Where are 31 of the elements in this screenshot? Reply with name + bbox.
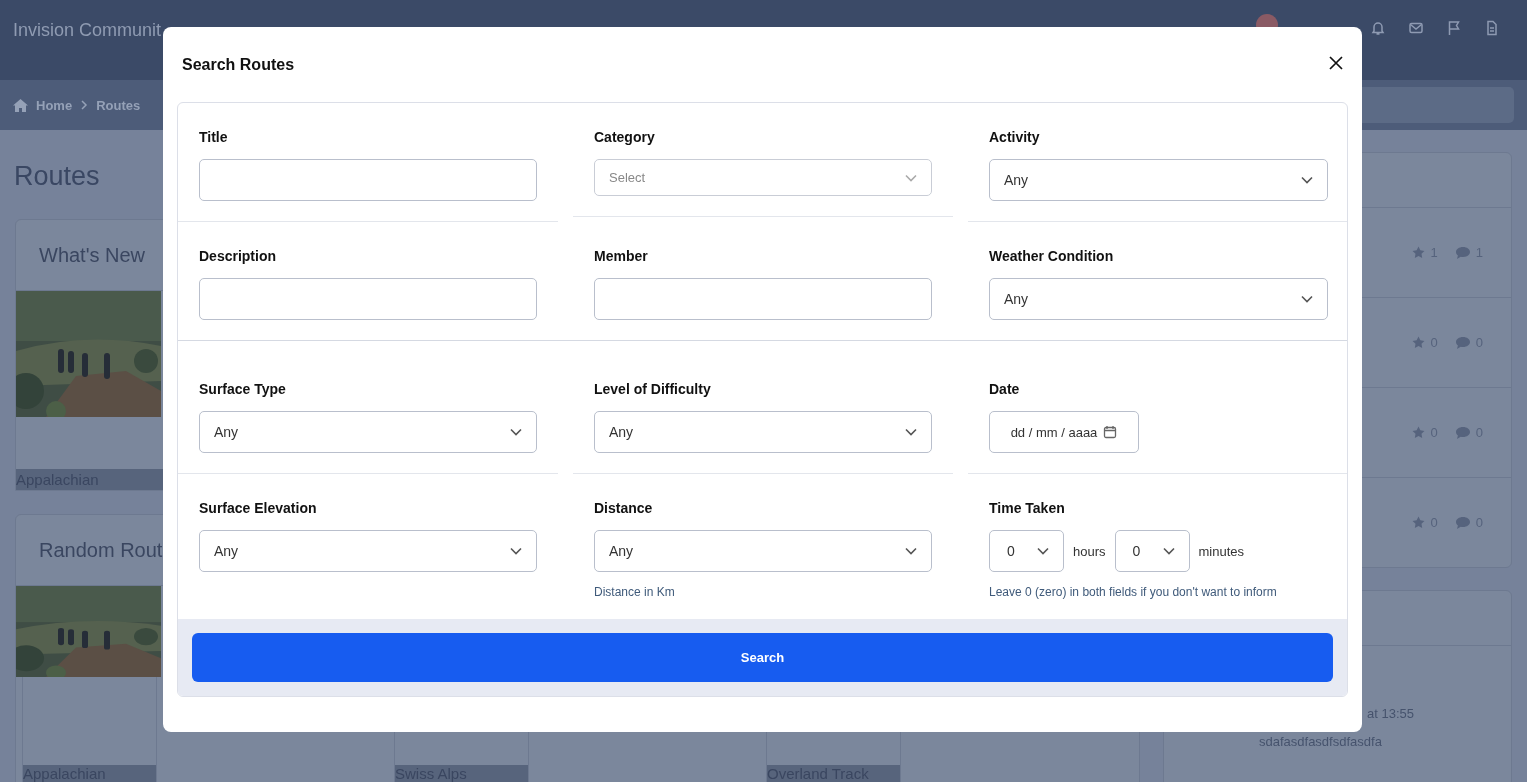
field-label: Date (989, 381, 1021, 399)
field-hint: Distance in Km (594, 585, 676, 599)
select-field[interactable]: Any (989, 278, 1328, 320)
card-title: Random Rout (39, 538, 163, 562)
field-label: Level of Difficulty (594, 381, 712, 399)
field-label: Description (199, 248, 277, 266)
page-title: Routes (14, 161, 100, 193)
field-hint: Leave 0 (zero) in both fields if you don't want to inform (989, 585, 1278, 599)
unit-label: minutes (1198, 543, 1245, 559)
dialog-title: Search Routes (182, 55, 295, 74)
select-field[interactable]: Any (199, 411, 537, 453)
field-label: Surface Type (199, 381, 287, 399)
field-label: Weather Condition (989, 248, 1115, 266)
unit-label: hours (1073, 543, 1106, 559)
select-field[interactable]: Any (594, 530, 932, 572)
select-field[interactable]: 0 (989, 530, 1064, 572)
select-field[interactable]: Any (989, 159, 1328, 201)
field-label: Category (594, 129, 656, 147)
field-label: Time Taken (989, 500, 1066, 518)
field-label: Distance (594, 500, 654, 518)
field-label: Member (594, 248, 649, 266)
select-field[interactable]: Select (594, 159, 932, 196)
select-field[interactable]: Any (199, 530, 537, 572)
field-label: Title (199, 129, 229, 147)
field-label: Surface Elevation (199, 500, 318, 518)
select-field[interactable]: Any (594, 411, 932, 453)
select-field[interactable]: 0 (1114, 530, 1190, 572)
field-label: Activity (989, 129, 1041, 147)
card-title: What's New (39, 243, 146, 267)
search-button[interactable]: Search (192, 633, 1333, 682)
date-field[interactable]: dd / mm / aaaa (989, 411, 1139, 453)
